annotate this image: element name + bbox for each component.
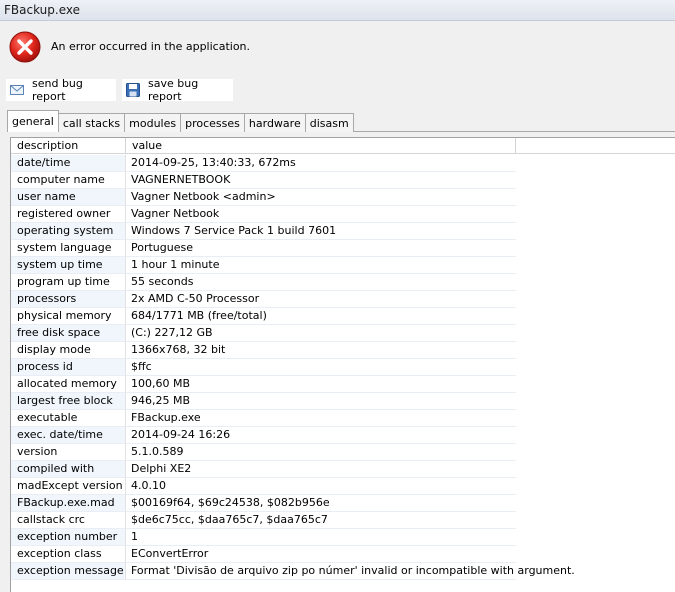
- envelope-icon: [9, 82, 25, 98]
- value-cell: 2x AMD C-50 Processor: [126, 291, 516, 308]
- value-cell: Vagner Netbook <admin>: [126, 189, 516, 206]
- table-row[interactable]: exception number 1: [11, 529, 516, 546]
- description-cell: free disk space: [11, 325, 126, 342]
- error-message: An error occurred in the application.: [51, 40, 251, 53]
- window-title: FBackup.exe: [4, 3, 80, 17]
- title-bar: FBackup.exe: [0, 0, 675, 21]
- column-header-value[interactable]: value: [126, 138, 516, 154]
- value-cell: VAGNERNETBOOK: [126, 172, 516, 189]
- value-cell: $00169f64, $69c24538, $082b956e: [126, 495, 516, 512]
- description-cell: madExcept version: [11, 478, 126, 495]
- tab-hardware[interactable]: hardware: [244, 113, 306, 132]
- save-bug-report-button[interactable]: save bug report: [121, 77, 234, 103]
- column-header-filler: [516, 138, 675, 154]
- table-row[interactable]: system up time 1 hour 1 minute: [11, 257, 516, 274]
- tab-disasm[interactable]: disasm: [305, 113, 354, 132]
- description-cell: display mode: [11, 342, 126, 359]
- table-row[interactable]: largest free block 946,25 MB: [11, 393, 516, 410]
- description-cell: user name: [11, 189, 126, 206]
- table-row[interactable]: free disk space (C:) 227,12 GB: [11, 325, 516, 342]
- table-row[interactable]: exception message Format 'Divisão de arqu…: [11, 563, 575, 580]
- table-body: date/time 2014-09-25, 13:40:33, 672ms comp…: [11, 155, 575, 580]
- description-cell: FBackup.exe.mad: [11, 495, 126, 512]
- tab-strip: general call stacks modules processes ha…: [7, 110, 354, 132]
- table-row[interactable]: registered owner Vagner Netbook: [11, 206, 516, 223]
- table-row[interactable]: display mode 1366x768, 32 bit: [11, 342, 516, 359]
- value-cell: 946,25 MB: [126, 393, 516, 410]
- send-bug-report-button[interactable]: send bug report: [5, 77, 117, 103]
- table-row[interactable]: user name Vagner Netbook <admin>: [11, 189, 516, 206]
- value-cell: Vagner Netbook: [126, 206, 516, 223]
- description-cell: version: [11, 444, 126, 461]
- table-row[interactable]: exec. date/time 2014-09-24 16:26: [11, 427, 516, 444]
- table-row[interactable]: allocated memory 100,60 MB: [11, 376, 516, 393]
- description-cell: callstack crc: [11, 512, 126, 529]
- general-info-table[interactable]: description value date/time 2014-09-25, 1…: [10, 137, 675, 592]
- description-cell: registered owner: [11, 206, 126, 223]
- table-row[interactable]: physical memory 684/1771 MB (free/total): [11, 308, 516, 325]
- description-cell: process id: [11, 359, 126, 376]
- description-cell: system up time: [11, 257, 126, 274]
- tab-call-stacks[interactable]: call stacks: [58, 113, 126, 132]
- tab-modules[interactable]: modules: [125, 113, 182, 132]
- description-cell: exec. date/time: [11, 427, 126, 444]
- value-cell: Format 'Divisão de arquivo zip po númer'…: [126, 563, 575, 580]
- value-cell: 2014-09-25, 13:40:33, 672ms: [126, 155, 516, 172]
- floppy-disk-icon: [125, 82, 141, 98]
- description-cell: exception message: [11, 563, 126, 580]
- table-row[interactable]: compiled with Delphi XE2: [11, 461, 516, 478]
- description-cell: exception class: [11, 546, 126, 563]
- send-bug-report-label: send bug report: [32, 77, 83, 103]
- table-row[interactable]: exception class EConvertError: [11, 546, 516, 563]
- value-cell: 2014-09-24 16:26: [126, 427, 516, 444]
- tab-processes[interactable]: processes: [181, 113, 245, 132]
- description-cell: date/time: [11, 155, 126, 172]
- save-bug-report-label: save bug report: [148, 77, 199, 103]
- table-row[interactable]: version 5.1.0.589: [11, 444, 516, 461]
- description-cell: executable: [11, 410, 126, 427]
- table-row[interactable]: callstack crc $de6c75cc, $daa765c7, $daa7…: [11, 512, 516, 529]
- value-cell: (C:) 227,12 GB: [126, 325, 516, 342]
- table-header: description value: [11, 138, 675, 154]
- table-row[interactable]: processors 2x AMD C-50 Processor: [11, 291, 516, 308]
- tab-general[interactable]: general: [7, 110, 59, 132]
- value-cell: 684/1771 MB (free/total): [126, 308, 516, 325]
- value-cell: 4.0.10: [126, 478, 516, 495]
- value-cell: 5.1.0.589: [126, 444, 516, 461]
- table-row[interactable]: computer name VAGNERNETBOOK: [11, 172, 516, 189]
- value-cell: FBackup.exe: [126, 410, 516, 427]
- description-cell: compiled with: [11, 461, 126, 478]
- table-row[interactable]: process id $ffc: [11, 359, 516, 376]
- value-cell: EConvertError: [126, 546, 516, 563]
- table-row[interactable]: operating system Windows 7 Service Pack 1…: [11, 223, 516, 240]
- value-cell: Portuguese: [126, 240, 516, 257]
- error-icon: [9, 31, 41, 63]
- value-cell: 1: [126, 529, 516, 546]
- value-cell: 55 seconds: [126, 274, 516, 291]
- value-cell: 1 hour 1 minute: [126, 257, 516, 274]
- table-row[interactable]: program up time 55 seconds: [11, 274, 516, 291]
- value-cell: $ffc: [126, 359, 516, 376]
- table-row[interactable]: executable FBackup.exe: [11, 410, 516, 427]
- value-cell: 1366x768, 32 bit: [126, 342, 516, 359]
- description-cell: computer name: [11, 172, 126, 189]
- value-cell: $de6c75cc, $daa765c7, $daa765c7: [126, 512, 516, 529]
- description-cell: largest free block: [11, 393, 126, 410]
- table-row[interactable]: system language Portuguese: [11, 240, 516, 257]
- column-header-description[interactable]: description: [11, 138, 126, 154]
- value-cell: Delphi XE2: [126, 461, 516, 478]
- table-row[interactable]: FBackup.exe.mad $00169f64, $69c24538, $08…: [11, 495, 516, 512]
- value-cell: 100,60 MB: [126, 376, 516, 393]
- description-cell: processors: [11, 291, 126, 308]
- table-row[interactable]: madExcept version 4.0.10: [11, 478, 516, 495]
- description-cell: system language: [11, 240, 126, 257]
- description-cell: physical memory: [11, 308, 126, 325]
- description-cell: operating system: [11, 223, 126, 240]
- description-cell: exception number: [11, 529, 126, 546]
- table-row[interactable]: date/time 2014-09-25, 13:40:33, 672ms: [11, 155, 516, 172]
- description-cell: allocated memory: [11, 376, 126, 393]
- value-cell: Windows 7 Service Pack 1 build 7601: [126, 223, 516, 240]
- description-cell: program up time: [11, 274, 126, 291]
